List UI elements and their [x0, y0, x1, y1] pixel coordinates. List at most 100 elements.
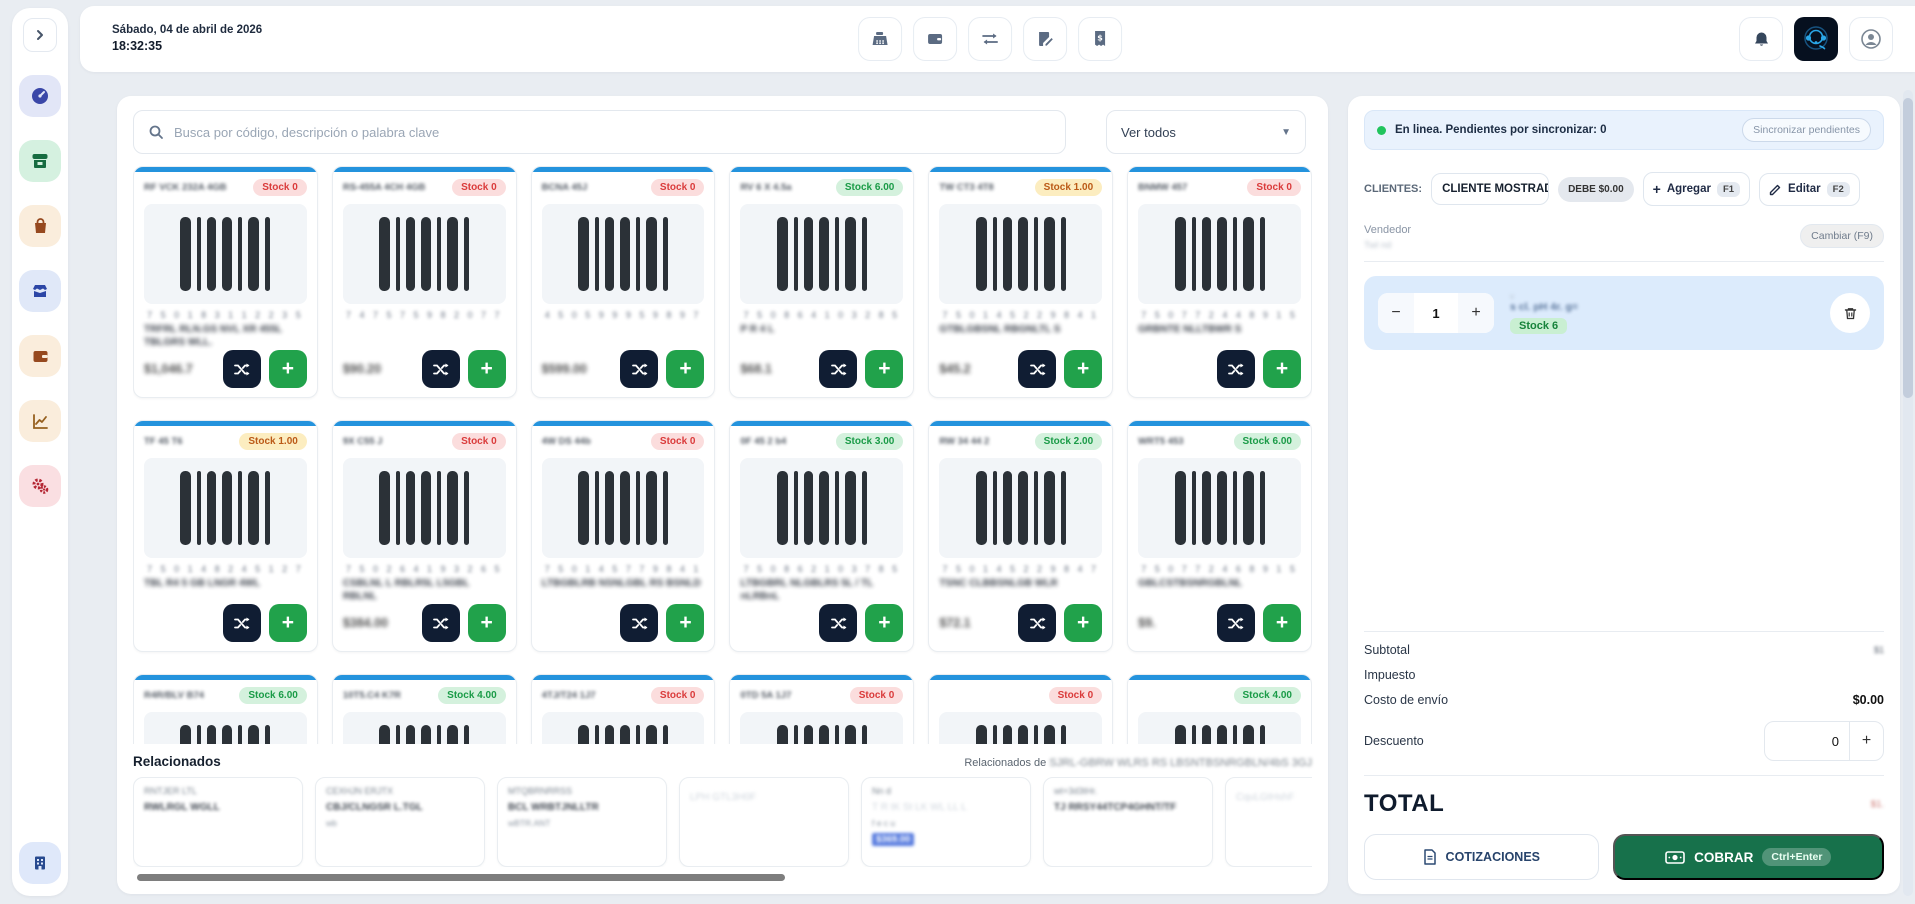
product-variants-button[interactable]	[1018, 350, 1056, 388]
product-card[interactable]: BCNA 45J Stock 0 4 5 0 5 9 9 9 5 9 8 9 7…	[531, 166, 716, 398]
discount-label: Descuento	[1364, 734, 1424, 748]
product-card[interactable]: 10T5.C4 K7R Stock 4.00 +	[332, 674, 517, 744]
add-to-cart-button[interactable]: +	[865, 350, 903, 388]
sidebar-item-store[interactable]	[19, 140, 61, 182]
product-barcode-number: 7 5 0 8 6 2 1 0 3 7 8 5	[740, 564, 903, 574]
add-to-cart-button[interactable]: +	[666, 350, 704, 388]
shuffle-icon	[233, 616, 250, 631]
product-card[interactable]: 4TJ/T24 1J7 Stock 0 +	[531, 674, 716, 744]
sales-receipt-button[interactable]: $	[1078, 17, 1122, 61]
add-to-cart-button[interactable]: +	[269, 350, 307, 388]
add-to-cart-button[interactable]: +	[468, 604, 506, 642]
profile-button[interactable]	[1849, 17, 1893, 61]
related-card[interactable]: CquLGtHshF	[1225, 777, 1312, 867]
sidebar-item-settings[interactable]	[19, 465, 61, 507]
sidebar-item-dashboard[interactable]	[19, 75, 61, 117]
product-barcode-image	[144, 204, 307, 304]
add-to-cart-button[interactable]: +	[1263, 350, 1301, 388]
sidebar-expand-button[interactable]	[23, 18, 57, 52]
product-variants-button[interactable]	[819, 604, 857, 642]
qty-decrease-button[interactable]: −	[1378, 293, 1414, 333]
page-scrollbar[interactable]	[1903, 90, 1913, 896]
sidebar-item-purchases[interactable]	[19, 205, 61, 247]
page-scrollbar-thumb[interactable]	[1903, 98, 1913, 398]
add-to-cart-button[interactable]: +	[269, 604, 307, 642]
product-variants-button[interactable]	[1217, 604, 1255, 642]
quotes-button[interactable]: COTIZACIONES	[1364, 834, 1599, 880]
add-to-cart-button[interactable]: +	[865, 604, 903, 642]
add-to-cart-button[interactable]: +	[666, 604, 704, 642]
add-client-button[interactable]: + Agregar F1	[1643, 172, 1750, 206]
add-to-cart-button[interactable]: +	[1064, 604, 1102, 642]
product-card[interactable]: WRT5 453 Stock 6.00 7 5 0 7 7 2 4 6 8 9 …	[1127, 420, 1312, 652]
subtotal-value: $1	[1874, 645, 1884, 655]
product-card[interactable]: Stock 0 +	[928, 674, 1113, 744]
cash-register-button[interactable]	[858, 17, 902, 61]
product-variants-button[interactable]	[819, 350, 857, 388]
discount-input[interactable]	[1765, 734, 1849, 749]
add-to-cart-button[interactable]: +	[468, 350, 506, 388]
charge-button[interactable]: COBRAR Ctrl+Enter	[1613, 834, 1884, 880]
cart-item: − 1 + v s cl. pH 4r. g= Stock 6	[1364, 276, 1884, 350]
add-to-cart-button[interactable]: +	[1064, 350, 1102, 388]
product-card[interactable]: TF 45 T6 Stock 1.00 7 5 0 1 4 8 2 4 5 1 …	[133, 420, 318, 652]
notes-edit-button[interactable]	[1023, 17, 1067, 61]
product-card[interactable]: 4W DS 44b Stock 0 7 5 0 1 4 5 7 7 9 8 4 …	[531, 420, 716, 652]
sidebar-item-wallet[interactable]	[19, 335, 61, 377]
product-card[interactable]: RF VCK 232A 4GB Stock 0 7 5 0 1 8 3 1 1 …	[133, 166, 318, 398]
related-card[interactable]: RNTJER LTL RWLRGL WGLL	[133, 777, 303, 867]
card-wallet-button[interactable]	[913, 17, 957, 61]
product-variants-button[interactable]	[1217, 350, 1255, 388]
discount-plus-button[interactable]: +	[1849, 722, 1883, 760]
product-card[interactable]: RW 34 44 2 Stock 2.00 7 5 0 1 4 5 2 2 9 …	[928, 420, 1113, 652]
client-selector[interactable]: CLIENTE MOSTRADOR	[1431, 173, 1549, 205]
related-card[interactable]: CEXHJN ERJTX CBJ/CLNGSR L.TGL wb	[315, 777, 485, 867]
sidebar-item-inventory[interactable]	[19, 270, 61, 312]
notifications-button[interactable]	[1739, 17, 1783, 61]
product-card[interactable]: BNMW 457 Stock 0 7 5 0 7 7 2 4 4 8 9 1 5…	[1127, 166, 1312, 398]
product-card[interactable]: RV 6 X 4.5a Stock 6.00 7 5 0 8 6 4 1 0 3…	[729, 166, 914, 398]
related-card[interactable]: Nn d T R tK St LK WL LL L f e c u $369.0…	[861, 777, 1031, 867]
remove-item-button[interactable]	[1830, 293, 1870, 333]
product-card[interactable]: Stock 4.00 +	[1127, 674, 1312, 744]
client-debt-badge: DEBE $0.00	[1558, 177, 1634, 202]
vendor-row: Vendedor Twl nd Cambiar (F9)	[1364, 224, 1884, 262]
product-barcode-image	[1138, 712, 1301, 744]
related-card[interactable]: LPH GTL3H0F	[679, 777, 849, 867]
product-variants-button[interactable]	[422, 350, 460, 388]
transfers-button[interactable]	[968, 17, 1012, 61]
qty-increase-button[interactable]: +	[1458, 293, 1494, 333]
support-avatar[interactable]	[1794, 17, 1838, 61]
change-vendor-button[interactable]: Cambiar (F9)	[1800, 224, 1884, 248]
related-scrollbar-thumb[interactable]	[137, 874, 785, 881]
add-to-cart-button[interactable]: +	[1263, 604, 1301, 642]
product-variants-button[interactable]	[1018, 604, 1056, 642]
sync-pending-button[interactable]: Sincronizar pendientes	[1742, 118, 1871, 142]
search-input[interactable]	[174, 125, 1051, 140]
product-variants-button[interactable]	[620, 604, 658, 642]
product-card[interactable]: RS-455A 4CH 4GB Stock 0 7 4 7 5 7 5 9 8 …	[332, 166, 517, 398]
sidebar-item-branches[interactable]	[19, 842, 61, 884]
product-variants-button[interactable]	[223, 350, 261, 388]
product-card[interactable]: 0TD 5A 1J7 Stock 0 +	[729, 674, 914, 744]
product-card[interactable]: 0F 45 2 b4 Stock 3.00 7 5 0 8 6 2 1 0 3 …	[729, 420, 914, 652]
related-scrollbar[interactable]	[133, 874, 1312, 881]
current-time: 18:32:35	[112, 38, 262, 54]
dashboard-gauge-icon	[30, 86, 50, 106]
product-card[interactable]: 9X C55 J Stock 0 7 5 0 2 6 4 1 9 3 2 6 5…	[332, 420, 517, 652]
related-card[interactable]: wt+3d3tHr. TJ RRSY44TCP4GHNT/TF	[1043, 777, 1213, 867]
shuffle-icon	[432, 616, 449, 631]
edit-client-button[interactable]: Editar F2	[1759, 173, 1860, 206]
product-variants-button[interactable]	[422, 604, 460, 642]
product-barcode-number: 7 5 0 7 7 2 4 4 8 9 1 5	[1138, 310, 1301, 320]
product-card[interactable]: R4R/BLV B74 Stock 6.00 +	[133, 674, 318, 744]
sidebar-item-reports[interactable]	[19, 400, 61, 442]
filter-select[interactable]: Ver todos ▼	[1106, 110, 1306, 154]
product-variants-button[interactable]	[223, 604, 261, 642]
product-card[interactable]: TW CT3 4T8 Stock 1.00 7 5 0 1 4 5 2 2 9 …	[928, 166, 1113, 398]
related-card[interactable]: MTQBRNRRSS BCL WRBTJNLLTR wBTR.ANT	[497, 777, 667, 867]
product-grid: RF VCK 232A 4GB Stock 0 7 5 0 1 8 3 1 1 …	[133, 166, 1312, 744]
product-variants-button[interactable]	[620, 350, 658, 388]
product-name: GBLCSTBSNRGBLNL	[1138, 578, 1301, 603]
robot-avatar-icon	[1798, 21, 1834, 57]
